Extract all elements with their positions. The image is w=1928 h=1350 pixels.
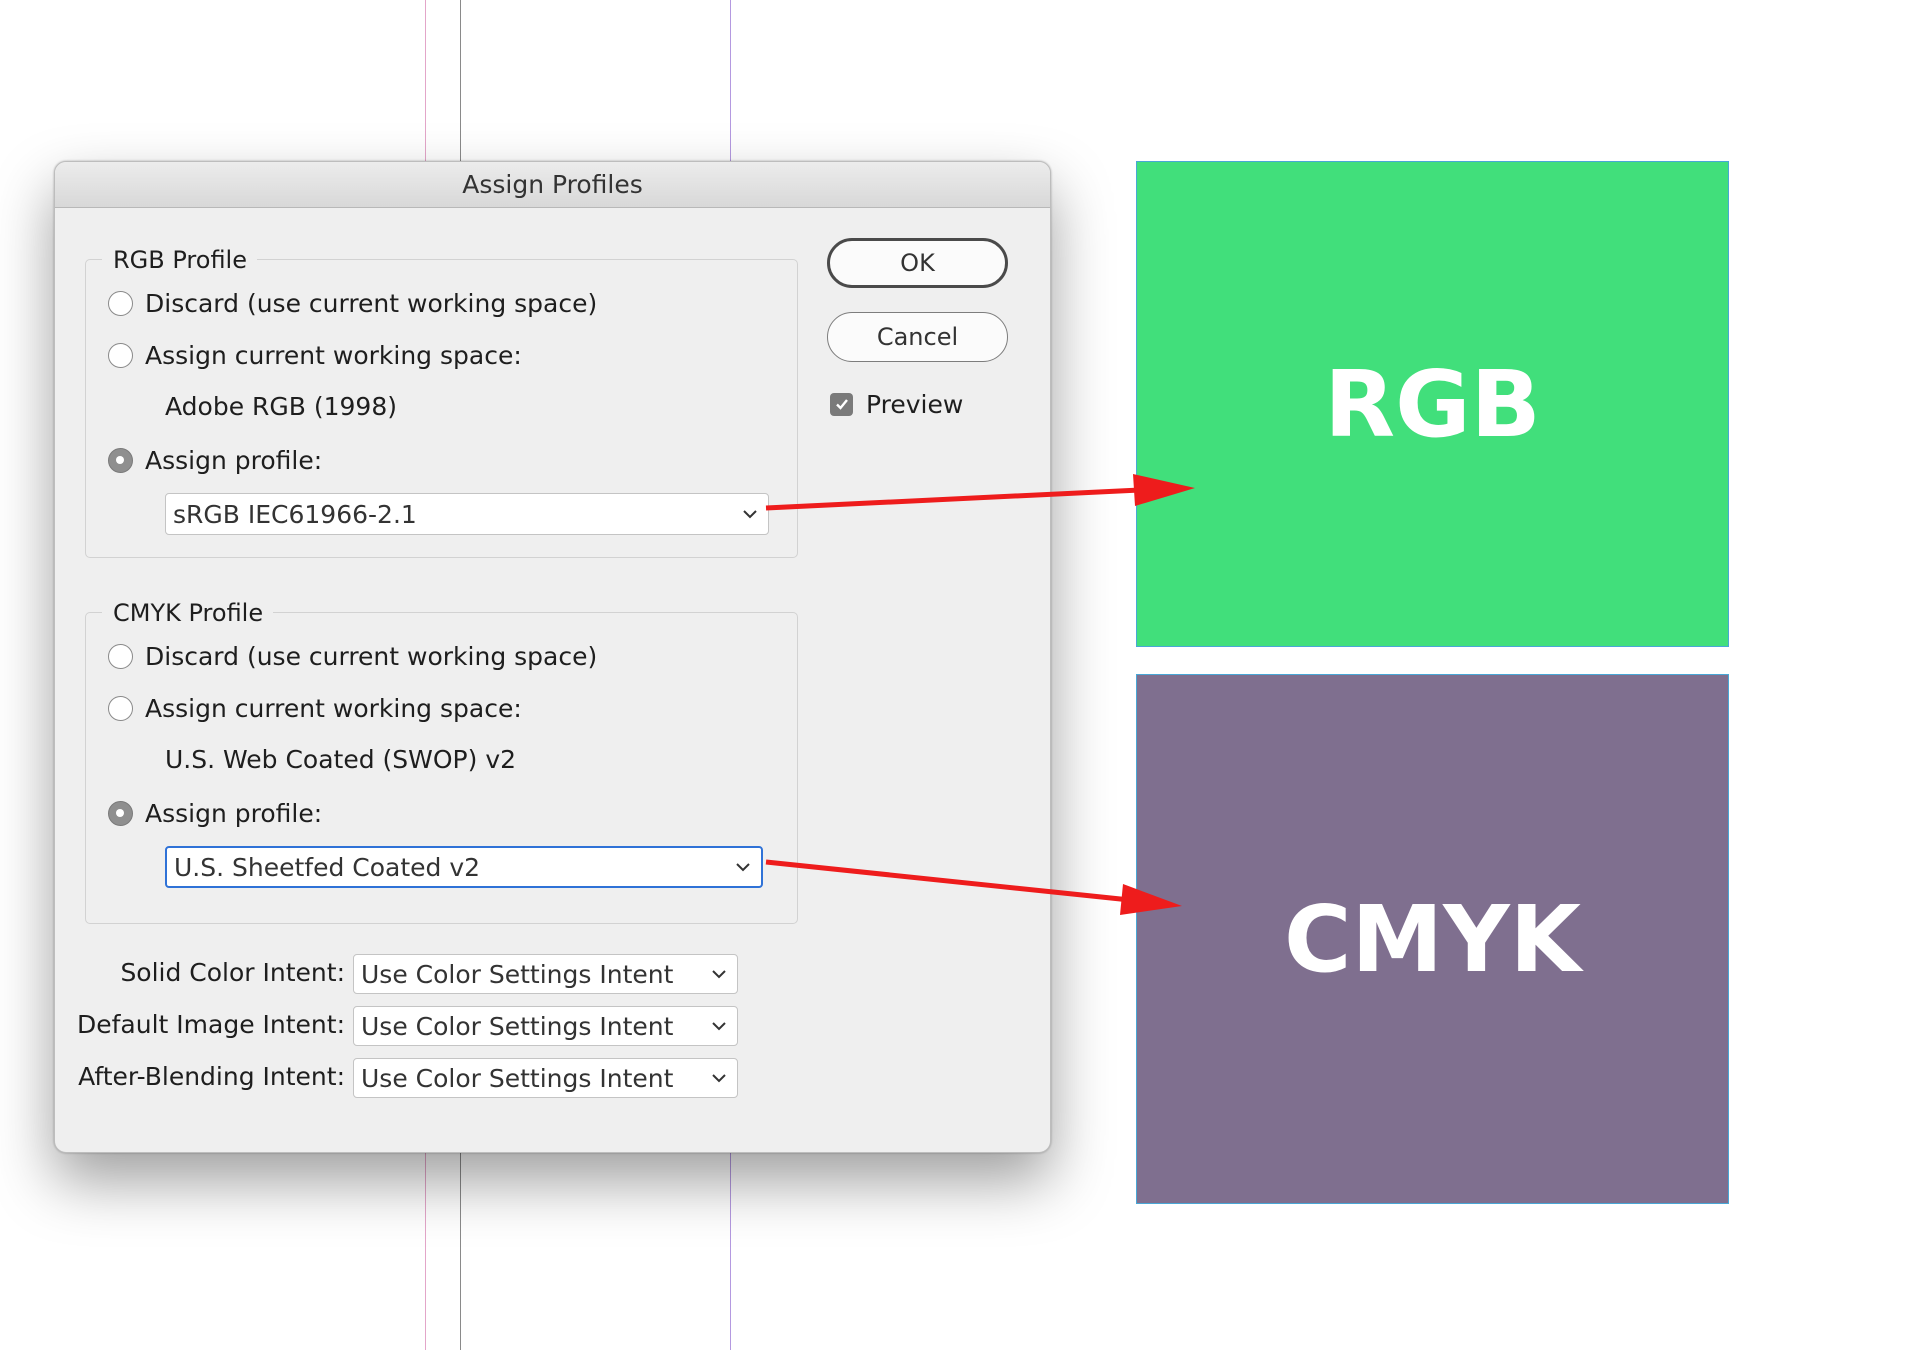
preview-option[interactable]: Preview xyxy=(830,387,963,421)
cmyk-profile-group: CMYK Profile Discard (use current workin… xyxy=(85,596,798,924)
chevron-down-icon xyxy=(712,1074,726,1083)
default-image-intent-label: Default Image Intent: xyxy=(76,1010,345,1039)
chevron-down-icon xyxy=(712,1022,726,1031)
rgb-assign-profile-label: Assign profile: xyxy=(145,445,323,475)
rgb-profile-group: RGB Profile Discard (use current working… xyxy=(85,243,798,558)
rgb-profile-select-value: sRGB IEC61966-2.1 xyxy=(173,499,417,529)
cmyk-assign-profile-label: Assign profile: xyxy=(145,798,323,828)
chevron-down-icon xyxy=(712,970,726,979)
cmyk-assign-profile-radio[interactable] xyxy=(108,800,133,826)
after-blending-intent-label: After-Blending Intent: xyxy=(78,1062,345,1091)
rgb-assign-current-option[interactable]: Assign current working space: xyxy=(108,338,522,372)
assign-profiles-dialog: Assign Profiles RGB Profile Discard (use… xyxy=(54,161,1051,1153)
default-image-intent-value: Use Color Settings Intent xyxy=(361,1011,674,1041)
cmyk-assign-current-option[interactable]: Assign current working space: xyxy=(108,691,522,725)
cmyk-current-space: U.S. Web Coated (SWOP) v2 xyxy=(165,745,517,774)
default-image-intent-select[interactable]: Use Color Settings Intent xyxy=(353,1006,738,1046)
cmyk-swatch-label: CMYK xyxy=(1284,885,1581,993)
cmyk-assign-profile-option[interactable]: Assign profile: xyxy=(108,796,322,830)
ok-button[interactable]: OK xyxy=(827,238,1008,288)
rgb-swatch-label: RGB xyxy=(1324,350,1541,458)
preview-checkbox[interactable] xyxy=(830,392,853,416)
after-blending-intent-select[interactable]: Use Color Settings Intent xyxy=(353,1058,738,1098)
rgb-assign-current-label: Assign current working space: xyxy=(145,340,522,370)
rgb-assign-profile-option[interactable]: Assign profile: xyxy=(108,443,322,477)
cmyk-assign-current-label: Assign current working space: xyxy=(145,693,522,723)
solid-color-intent-value: Use Color Settings Intent xyxy=(361,959,674,989)
cmyk-discard-radio[interactable] xyxy=(108,643,133,669)
cmyk-discard-option[interactable]: Discard (use current working space) xyxy=(108,639,597,673)
cmyk-assign-current-radio[interactable] xyxy=(108,695,133,721)
rgb-current-space: Adobe RGB (1998) xyxy=(165,392,397,421)
rgb-profile-legend: RGB Profile xyxy=(102,243,257,277)
rgb-profile-select[interactable]: sRGB IEC61966-2.1 xyxy=(165,493,769,535)
rgb-discard-radio[interactable] xyxy=(108,290,133,316)
cmyk-profile-select-value: U.S. Sheetfed Coated v2 xyxy=(174,852,481,882)
rgb-swatch[interactable]: RGB xyxy=(1136,161,1729,647)
rgb-discard-option[interactable]: Discard (use current working space) xyxy=(108,286,597,320)
chevron-down-icon xyxy=(736,863,750,872)
rgb-assign-current-radio[interactable] xyxy=(108,342,133,368)
cmyk-swatch[interactable]: CMYK xyxy=(1136,674,1729,1204)
dialog-title: Assign Profiles xyxy=(55,162,1050,208)
checkmark-icon xyxy=(835,399,848,410)
cmyk-discard-label: Discard (use current working space) xyxy=(145,641,598,671)
rgb-discard-label: Discard (use current working space) xyxy=(145,288,598,318)
cancel-button[interactable]: Cancel xyxy=(827,312,1008,362)
rgb-assign-profile-radio[interactable] xyxy=(108,447,133,473)
after-blending-intent-value: Use Color Settings Intent xyxy=(361,1063,674,1093)
chevron-down-icon xyxy=(743,510,757,519)
cmyk-profile-legend: CMYK Profile xyxy=(102,596,274,630)
preview-label: Preview xyxy=(866,389,964,419)
solid-color-intent-select[interactable]: Use Color Settings Intent xyxy=(353,954,738,994)
solid-color-intent-label: Solid Color Intent: xyxy=(120,958,345,987)
cmyk-profile-select[interactable]: U.S. Sheetfed Coated v2 xyxy=(165,846,763,888)
